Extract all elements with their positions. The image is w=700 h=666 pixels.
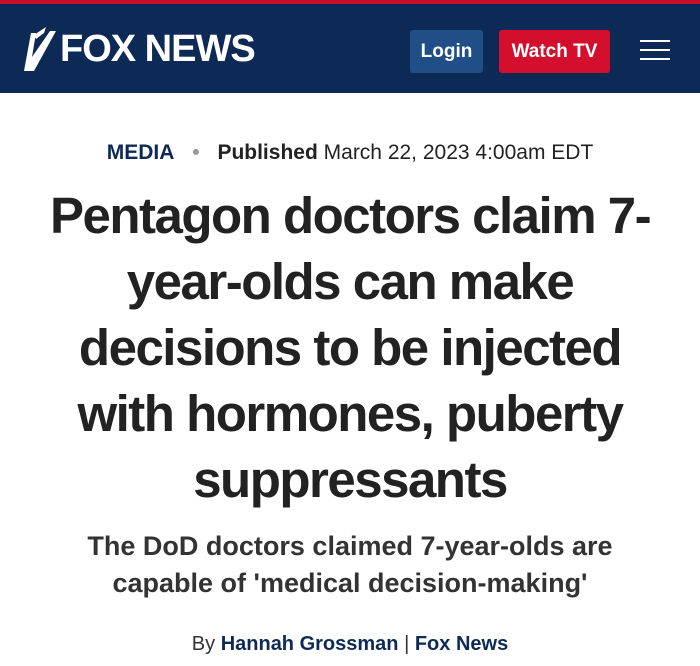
watch-tv-button[interactable]: Watch TV	[499, 30, 610, 73]
fox-news-logo[interactable]: FOX NEWS	[22, 26, 256, 72]
published-date: March 22, 2023 4:00am EDT	[323, 141, 594, 164]
login-button[interactable]: Login	[410, 30, 483, 73]
article-subheadline: The DoD doctors claimed 7-year-olds are …	[87, 531, 613, 598]
menu-line	[640, 49, 670, 51]
fox-logo-mark-icon	[24, 27, 56, 71]
published-label: Published	[217, 141, 318, 164]
article-meta: MEDIA • Published March 22, 2023 4:00am …	[0, 138, 700, 168]
meta-separator: •	[192, 141, 200, 164]
menu-line	[640, 40, 670, 42]
hamburger-menu-icon[interactable]	[640, 40, 670, 62]
menu-line	[640, 58, 670, 60]
article-headline: Pentagon doctors claim 7-year-olds can m…	[49, 187, 652, 508]
author-link[interactable]: Hannah Grossman	[221, 633, 399, 655]
logo-text: FOX NEWS	[60, 28, 256, 70]
byline: By Hannah Grossman | Fox News	[0, 630, 700, 658]
outlet-link[interactable]: Fox News	[415, 633, 508, 655]
section-link[interactable]: MEDIA	[107, 141, 175, 164]
byline-divider: |	[404, 633, 410, 655]
byline-prefix: By	[191, 633, 216, 655]
site-header: FOX NEWS Login Watch TV	[0, 0, 700, 93]
